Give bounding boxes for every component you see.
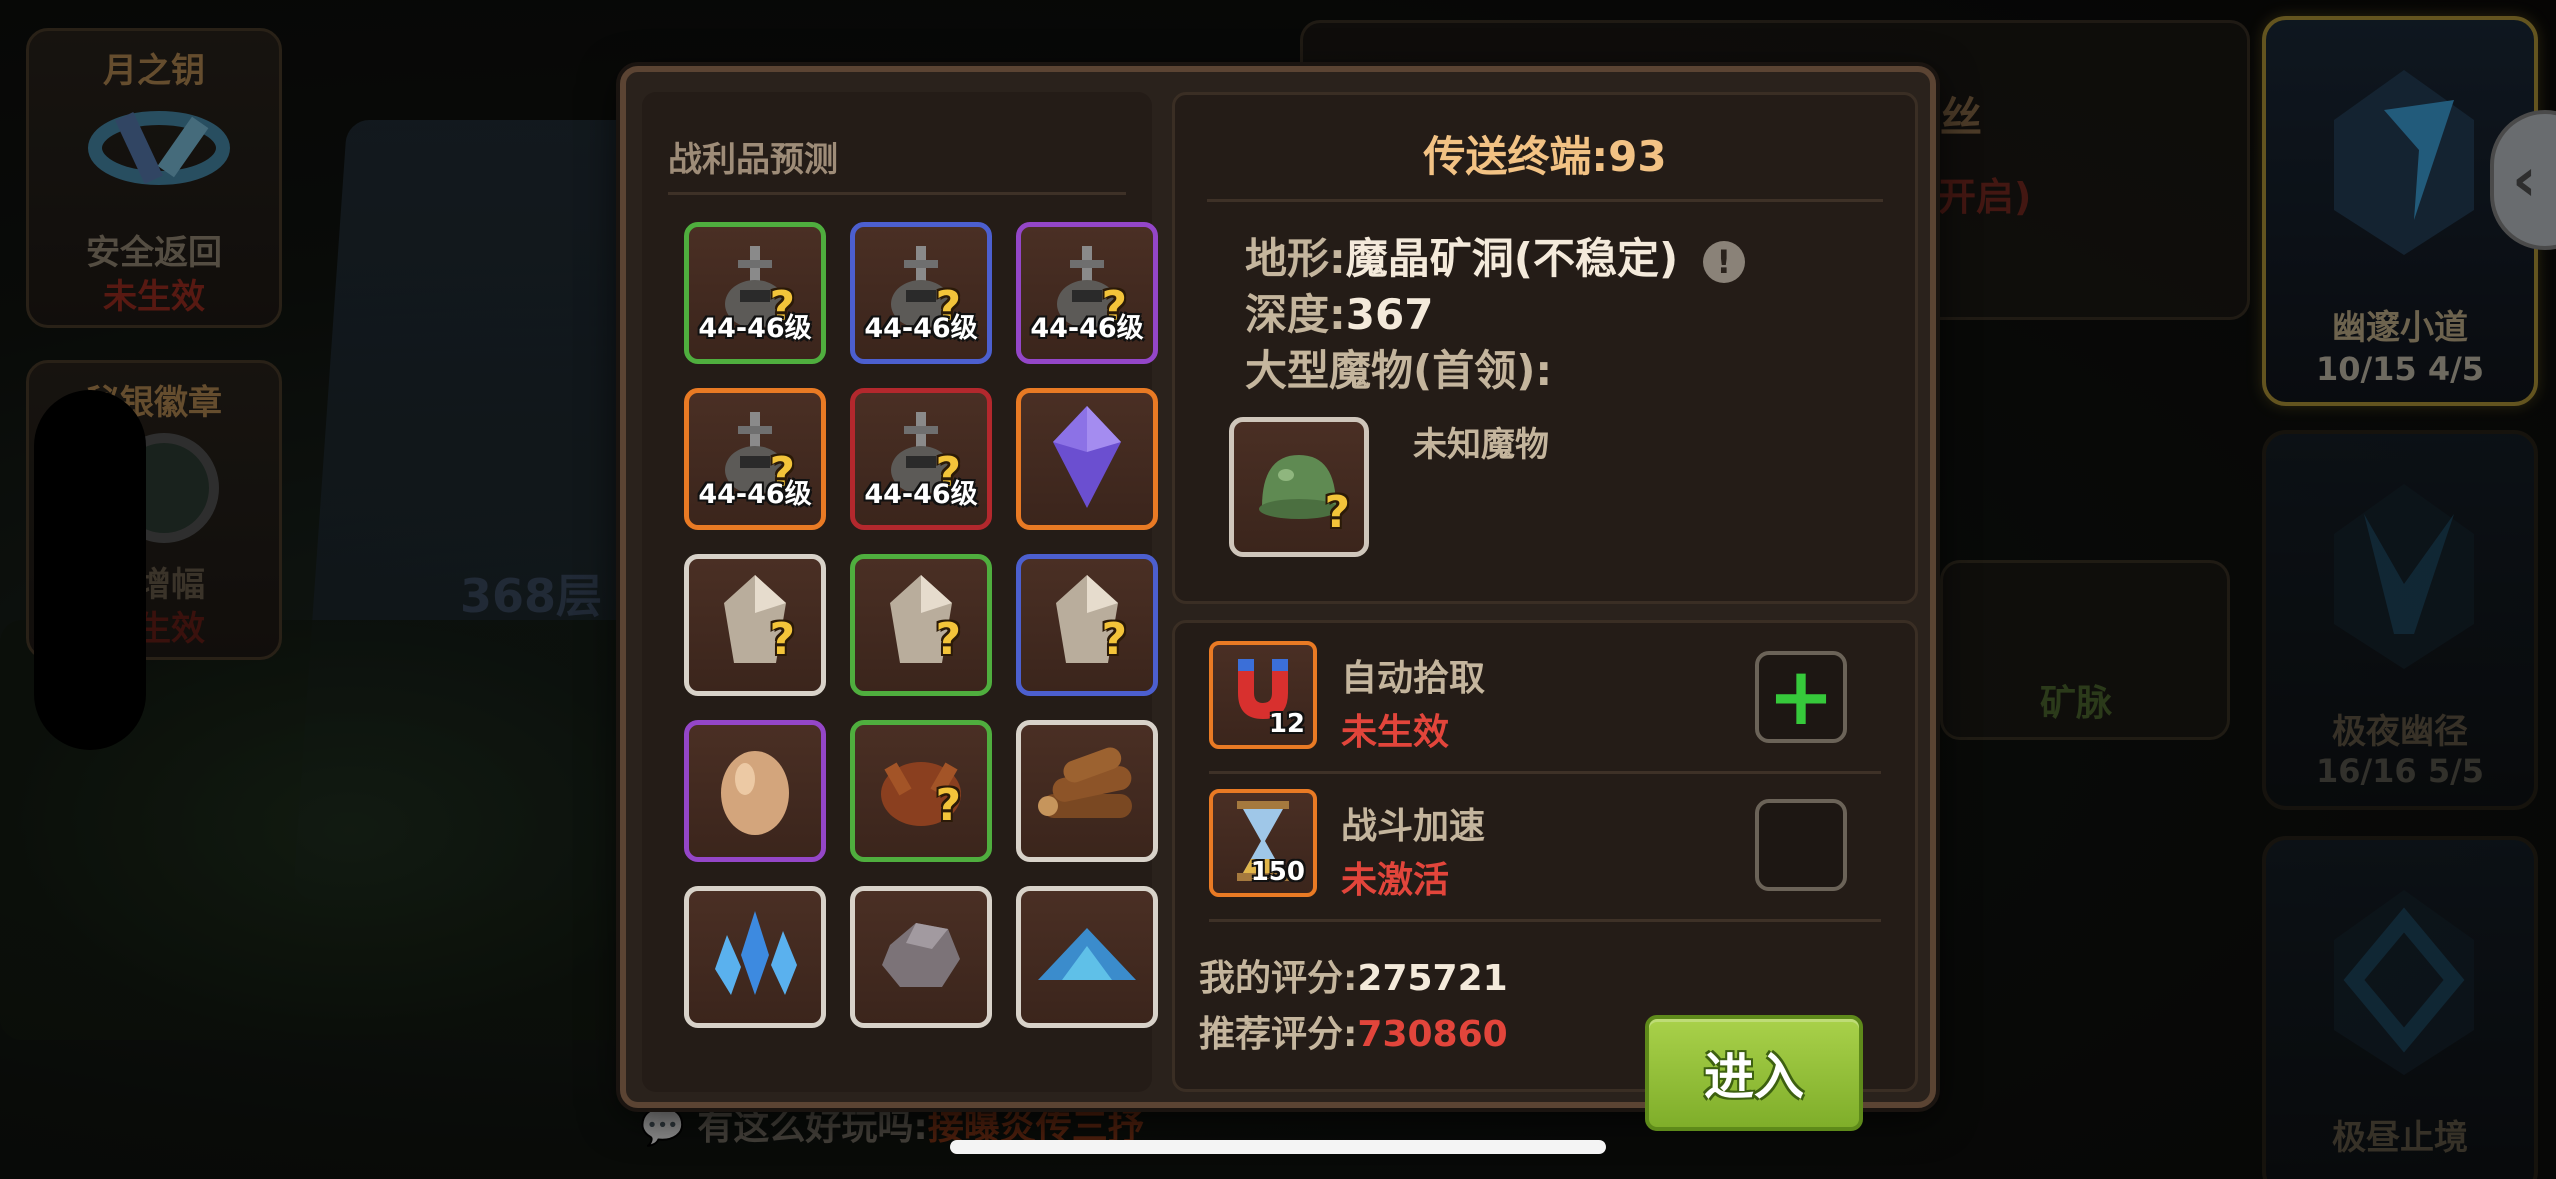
option-divider bbox=[1209, 919, 1881, 922]
loot-slot-4-label: 44-46级 bbox=[698, 479, 812, 510]
loot-slot-5[interactable]: ? 44-46级 bbox=[850, 388, 992, 530]
add-auto-pick-button[interactable]: + bbox=[1755, 651, 1847, 743]
unknown-mark: ? bbox=[769, 614, 795, 665]
stone-ore-icon bbox=[876, 915, 966, 999]
dungeon-dialog: 战利品预测 ? 44-46级 ? 44-46级 ? 44-46级 ? 44-46… bbox=[620, 66, 1936, 1131]
loot-divider bbox=[668, 192, 1126, 195]
auto-pick-count: 12 bbox=[1268, 709, 1305, 739]
loot-slot-5-label: 44-46级 bbox=[864, 479, 978, 510]
depth-value: 367 bbox=[1345, 290, 1434, 339]
warning-icon[interactable]: ! bbox=[1702, 240, 1745, 283]
enter-button[interactable]: 进入 bbox=[1645, 1015, 1863, 1131]
loot-slot-14[interactable] bbox=[850, 886, 992, 1028]
boss-label: 大型魔物(首领): bbox=[1245, 346, 1553, 395]
battle-speed-name: 战斗加速 bbox=[1341, 806, 1486, 847]
loot-slot-2[interactable]: ? 44-46级 bbox=[850, 222, 992, 364]
loot-slot-1[interactable]: ? 44-46级 bbox=[684, 222, 826, 364]
recommended-score-value: 730860 bbox=[1357, 1014, 1508, 1055]
game-screen: 368层 丝 未开启) 矿脉 💬 有这么好玩吗:接曝炎传三抒 月之钥 安全返回 … bbox=[0, 0, 2556, 1179]
loot-slot-12[interactable] bbox=[1016, 720, 1158, 862]
loot-slot-4[interactable]: ? 44-46级 bbox=[684, 388, 826, 530]
unknown-mark: ? bbox=[1324, 487, 1350, 538]
loot-slot-13[interactable] bbox=[684, 886, 826, 1028]
terrain-label: 地形: bbox=[1245, 234, 1346, 283]
plus-icon: + bbox=[1767, 650, 1835, 743]
purple-crystal-icon bbox=[1047, 402, 1127, 516]
unknown-mark: ? bbox=[935, 614, 961, 665]
loot-title: 战利品预测 bbox=[668, 140, 838, 180]
loot-slot-9[interactable]: ? bbox=[1016, 554, 1158, 696]
loot-slot-15[interactable] bbox=[1016, 886, 1158, 1028]
blue-crystal-cluster-icon bbox=[705, 905, 805, 1009]
portal-label: 传送终端: bbox=[1423, 132, 1609, 181]
portal-title: 传送终端:93 bbox=[1175, 123, 1915, 184]
loot-slot-1-label: 44-46级 bbox=[698, 313, 812, 344]
portal-info-panel: 传送终端:93 地形:魔晶矿洞(不稳定) ! 深度:367 大型魔物(首领): … bbox=[1172, 92, 1918, 604]
auto-pick-name: 自动拾取 bbox=[1341, 658, 1486, 699]
battle-speed-status: 未激活 bbox=[1341, 860, 1450, 901]
loot-slot-3-label: 44-46级 bbox=[1030, 313, 1144, 344]
terrain-value: 魔晶矿洞(不稳定) bbox=[1345, 234, 1679, 283]
portal-value: 93 bbox=[1608, 132, 1667, 181]
loot-slot-2-label: 44-46级 bbox=[864, 313, 978, 344]
recommended-score-label: 推荐评分: bbox=[1199, 1014, 1358, 1055]
info-divider bbox=[1207, 199, 1883, 202]
my-score-value: 275721 bbox=[1357, 958, 1508, 999]
wood-logs-icon bbox=[1032, 744, 1142, 838]
unknown-mark: ? bbox=[1101, 614, 1127, 665]
gem-dust-icon bbox=[1032, 920, 1142, 994]
home-indicator[interactable] bbox=[950, 1140, 1606, 1154]
egg-icon bbox=[715, 739, 795, 843]
battle-speed-checkbox[interactable] bbox=[1755, 799, 1847, 891]
loot-panel: 战利品预测 ? 44-46级 ? 44-46级 ? 44-46级 ? 44-46… bbox=[642, 92, 1158, 1092]
battle-speed-count: 150 bbox=[1250, 857, 1305, 887]
depth-line: 深度:367 bbox=[1245, 281, 1433, 342]
loot-slot-3[interactable]: ? 44-46级 bbox=[1016, 222, 1158, 364]
unknown-monster-slot[interactable]: ? bbox=[1229, 417, 1369, 557]
loot-slot-10[interactable] bbox=[684, 720, 826, 862]
recommended-score-line: 推荐评分:730860 bbox=[1199, 1005, 1508, 1057]
auto-pick-status: 未生效 bbox=[1341, 712, 1450, 753]
loot-slot-11[interactable]: ? bbox=[850, 720, 992, 862]
battle-speed-item[interactable]: 150 bbox=[1209, 789, 1317, 897]
loot-slot-6[interactable] bbox=[1016, 388, 1158, 530]
terrain-line: 地形:魔晶矿洞(不稳定) ! bbox=[1245, 225, 1745, 286]
loot-slot-8[interactable]: ? bbox=[850, 554, 992, 696]
my-score-label: 我的评分: bbox=[1199, 958, 1358, 999]
auto-pick-item[interactable]: 12 bbox=[1209, 641, 1317, 749]
my-score-line: 我的评分:275721 bbox=[1199, 949, 1508, 1001]
unknown-mark: ? bbox=[935, 780, 961, 831]
option-divider bbox=[1209, 771, 1881, 774]
loot-slot-7[interactable]: ? bbox=[684, 554, 826, 696]
depth-label: 深度: bbox=[1245, 290, 1346, 339]
monster-name: 未知魔物 bbox=[1413, 425, 1549, 465]
options-panel: 12 自动拾取 未生效 + 150 战斗加速 未激活 我的评分:275721 推… bbox=[1172, 620, 1918, 1131]
